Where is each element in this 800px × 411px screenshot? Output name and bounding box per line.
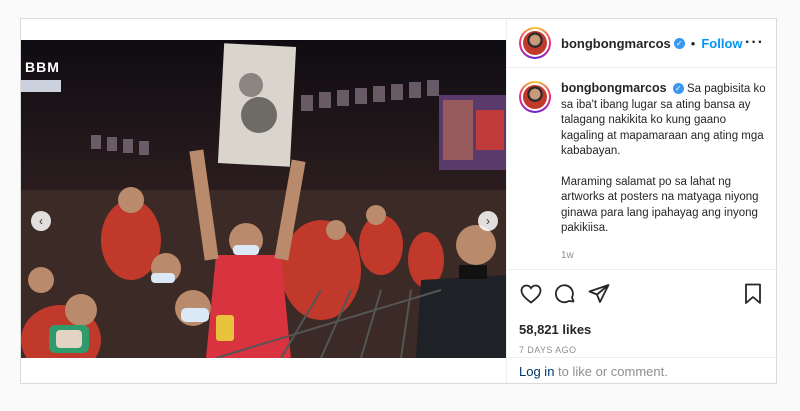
caption-timestamp[interactable]: 1w	[561, 248, 769, 264]
share-icon[interactable]	[587, 282, 611, 306]
bbm-logo-watermark: BBM	[25, 59, 60, 75]
action-icons	[519, 282, 765, 306]
likes-count[interactable]: 58,821 likes	[519, 322, 765, 337]
chevron-right-icon[interactable]: ›	[478, 211, 498, 231]
bookmark-icon[interactable]	[741, 282, 765, 306]
post-header: bongbongmarcos ✓ • Follow ···	[507, 19, 776, 68]
username-link[interactable]: bongbongmarcos	[561, 36, 671, 51]
caption-paragraph-2: Maraming salamat po sa lahat ng artworks…	[561, 175, 759, 235]
crowd-photo-illustration	[21, 40, 506, 358]
verified-badge-icon: ✓	[673, 37, 685, 49]
comment-icon[interactable]	[553, 282, 577, 306]
follow-button[interactable]: Follow	[701, 36, 742, 51]
avatar[interactable]	[519, 27, 551, 59]
chevron-left-icon[interactable]: ‹	[31, 211, 51, 231]
instagram-post: BBM ‹ › bongbongmarcos ✓ • Follow ··· bo…	[20, 18, 777, 384]
caption-body: bongbongmarcos ✓ Sa pagbisita ko sa iba'…	[561, 81, 769, 263]
verified-badge-icon: ✓	[672, 83, 684, 95]
profile-picture	[523, 85, 547, 109]
login-prompt-text: to like or comment.	[554, 364, 668, 379]
post-date[interactable]: 7 DAYS AGO	[519, 345, 765, 355]
post-sidebar: bongbongmarcos ✓ • Follow ··· bongbongma…	[506, 19, 777, 383]
login-prompt: Log in to like or comment.	[507, 357, 777, 383]
separator-dot: •	[690, 35, 696, 51]
login-link[interactable]: Log in	[519, 364, 554, 379]
post-caption: bongbongmarcos ✓ Sa pagbisita ko sa iba'…	[519, 81, 769, 263]
profile-picture	[523, 31, 547, 55]
more-options-icon[interactable]: ···	[745, 34, 764, 52]
caption-avatar[interactable]	[519, 81, 551, 113]
post-media: BBM ‹ ›	[21, 19, 506, 383]
caption-username-link[interactable]: bongbongmarcos	[561, 81, 667, 95]
heart-icon[interactable]	[519, 282, 543, 306]
post-actions: 58,821 likes 7 DAYS AGO	[507, 269, 777, 355]
post-photo[interactable]: BBM ‹ ›	[21, 40, 506, 358]
